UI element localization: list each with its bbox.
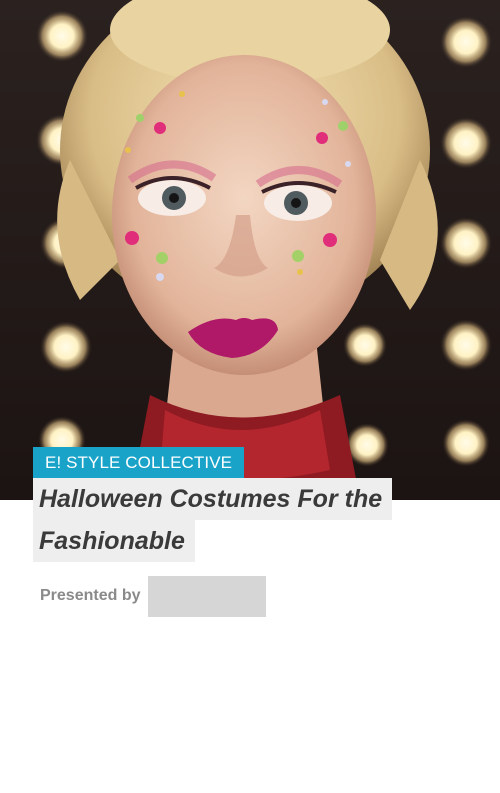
category-tag[interactable]: E! STYLE COLLECTIVE [33, 447, 245, 478]
hero-image[interactable] [0, 0, 500, 500]
article-title-line-1[interactable]: Halloween Costumes For the [33, 478, 393, 520]
article-card[interactable]: E! STYLE COLLECTIVE Halloween Costumes F… [0, 0, 500, 793]
hero-image-illustration [0, 0, 500, 500]
article-title-line-2[interactable]: Fashionable [33, 520, 195, 562]
sponsor-logo-placeholder[interactable] [148, 576, 266, 617]
presented-by-label: Presented by [40, 587, 141, 604]
